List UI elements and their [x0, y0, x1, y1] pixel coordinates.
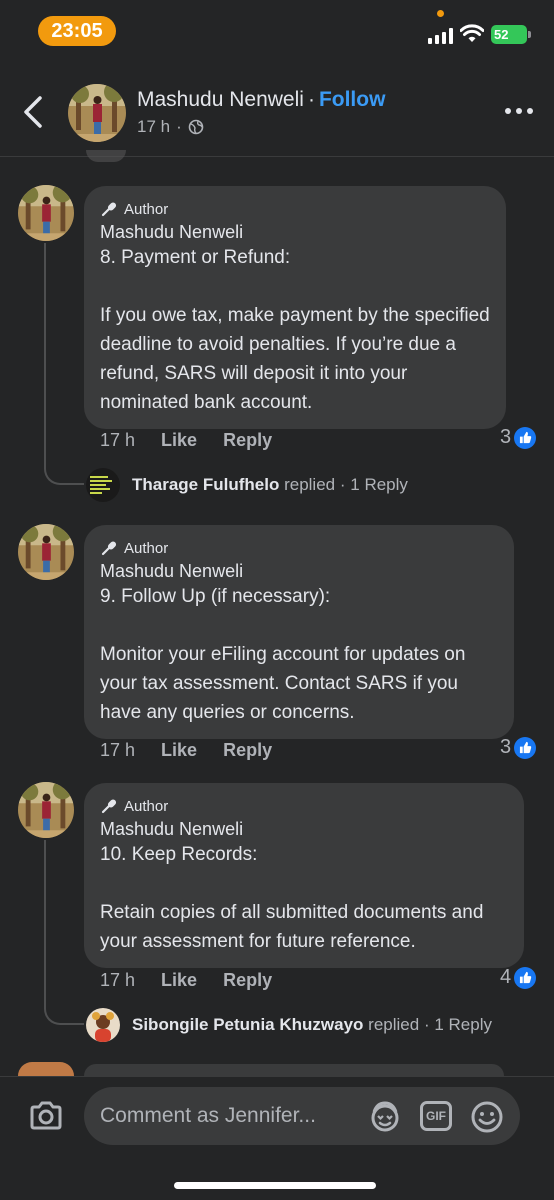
comment-author-name[interactable]: Mashudu Nenweli — [100, 222, 490, 243]
post-time: 17 h — [137, 117, 171, 136]
comment-author-name[interactable]: Mashudu Nenweli — [100, 819, 508, 840]
like-button[interactable]: Like — [161, 740, 197, 761]
reaction-number: 4 — [500, 966, 512, 988]
reaction-number: 3 — [500, 736, 512, 758]
reply-summary[interactable]: Sibongile Petunia Khuzwayo replied · 1 R… — [86, 1008, 492, 1042]
name-separator: · — [307, 88, 315, 111]
home-indicator[interactable] — [174, 1182, 376, 1189]
battery-level: 52 — [494, 27, 509, 42]
next-comment-avatar-partial — [18, 1062, 74, 1076]
author-name[interactable]: Mashudu Nenweli — [137, 88, 304, 111]
emoji-icon[interactable] — [469, 1099, 505, 1135]
reply-button[interactable]: Reply — [223, 740, 272, 761]
comment-time: 17 h — [100, 430, 136, 450]
comment-input[interactable] — [84, 1087, 520, 1145]
author-badge-label: Author — [124, 539, 169, 557]
next-comment-bubble-partial — [84, 1064, 504, 1076]
reply-dot: · — [339, 475, 346, 494]
comment-text: 9. Follow Up (if necessary): Monitor you… — [100, 586, 466, 723]
reply-dot: · — [423, 1015, 430, 1034]
camera-icon[interactable] — [28, 1099, 64, 1133]
comment-actions: 17 h Like Reply — [100, 740, 272, 761]
like-button[interactable]: Like — [161, 970, 197, 991]
thumbs-up-icon — [514, 966, 537, 989]
gif-button[interactable]: GIF — [420, 1101, 452, 1131]
back-arrow-icon[interactable] — [18, 94, 48, 130]
comment-actions: 17 h Like Reply — [100, 430, 272, 451]
thumbs-up-icon — [514, 426, 537, 449]
author-badge-label: Author — [124, 200, 169, 218]
microphone-icon — [101, 202, 117, 217]
more-options-button[interactable] — [505, 108, 535, 118]
comment-text: 10. Keep Records: Retain copies of all s… — [100, 844, 484, 952]
author-avatar[interactable] — [68, 84, 126, 142]
wifi-icon — [460, 24, 484, 42]
comment-time: 17 h — [100, 970, 136, 990]
author-name-row: Mashudu Nenweli · Follow — [137, 88, 385, 112]
reply-action: replied — [368, 1015, 420, 1034]
reaction-count[interactable]: 3 — [500, 736, 537, 759]
author-badge: Author — [100, 537, 498, 559]
reaction-count[interactable]: 4 — [500, 966, 537, 989]
thread-connector — [44, 243, 84, 485]
reply-button[interactable]: Reply — [223, 970, 272, 991]
cellular-signal-icon — [428, 28, 454, 44]
comment-avatar[interactable] — [18, 524, 74, 580]
comment-bubble[interactable]: Author Mashudu Nenweli 8. Payment or Ref… — [84, 186, 506, 429]
avatar-sticker-icon[interactable] — [367, 1099, 403, 1135]
header-divider — [0, 156, 554, 157]
post-meta: 17 h · — [137, 117, 204, 137]
reaction-number: 3 — [500, 426, 512, 448]
reply-author-name: Tharage Fulufhelo — [132, 475, 280, 494]
comment-avatar[interactable] — [18, 185, 74, 241]
comment-bubble[interactable]: Author Mashudu Nenweli 10. Keep Records:… — [84, 783, 524, 968]
comment-bubble[interactable]: Author Mashudu Nenweli 9. Follow Up (if … — [84, 525, 514, 739]
comment-actions: 17 h Like Reply — [100, 970, 272, 991]
microphone-icon — [101, 541, 117, 556]
reply-button[interactable]: Reply — [223, 430, 272, 451]
globe-icon — [188, 119, 204, 135]
status-time: 23:05 — [38, 16, 116, 46]
thread-connector — [44, 840, 84, 1025]
battery-icon: 52 — [491, 25, 531, 44]
reply-action: replied — [284, 475, 336, 494]
comment-avatar[interactable] — [18, 782, 74, 838]
status-bar: 23:05 52 — [0, 0, 554, 64]
comment-author-name[interactable]: Mashudu Nenweli — [100, 561, 498, 582]
reply-author-name: Sibongile Petunia Khuzwayo — [132, 1015, 364, 1034]
post-header: Mashudu Nenweli · Follow 17 h · — [0, 64, 554, 156]
comment-text: 8. Payment or Refund: If you owe tax, ma… — [100, 247, 490, 413]
author-badge-label: Author — [124, 797, 169, 815]
thumbs-up-icon — [514, 736, 537, 759]
comment-time: 17 h — [100, 740, 136, 760]
microphone-icon — [101, 799, 117, 814]
reply-count: 1 Reply — [350, 475, 408, 494]
privacy-indicator-dot — [437, 10, 444, 17]
meta-separator: · — [176, 117, 182, 136]
author-badge: Author — [100, 795, 508, 817]
reply-summary[interactable]: Tharage Fulufhelo replied · 1 Reply — [86, 468, 408, 502]
reply-avatar — [86, 468, 120, 502]
author-badge: Author — [100, 198, 490, 220]
previous-reaction-partial — [86, 150, 126, 162]
reply-avatar — [86, 1008, 120, 1042]
reply-count: 1 Reply — [434, 1015, 492, 1034]
follow-button[interactable]: Follow — [319, 88, 386, 111]
like-button[interactable]: Like — [161, 430, 197, 451]
reaction-count[interactable]: 3 — [500, 426, 537, 449]
